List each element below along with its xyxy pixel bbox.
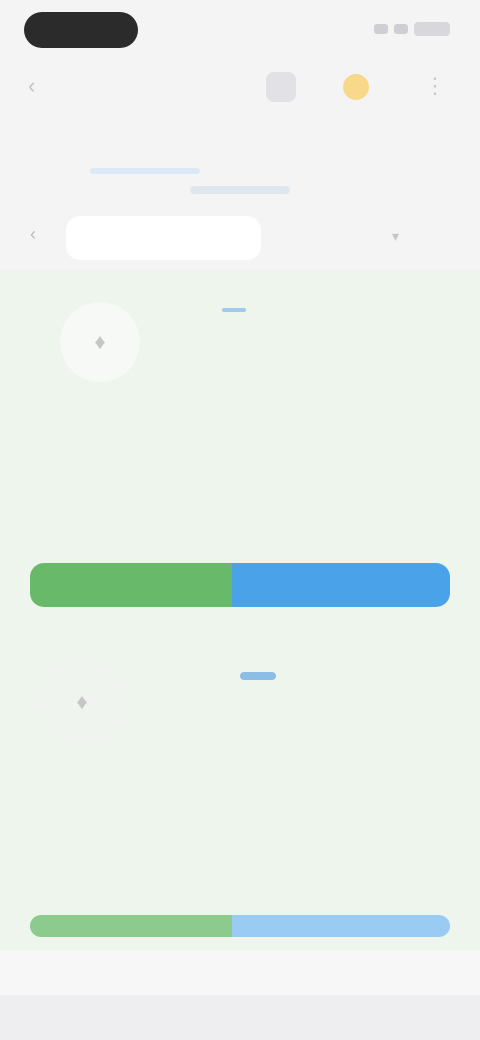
filter-chip[interactable] [66,216,261,260]
tab-subtitle [190,186,290,194]
record-card[interactable]: ♦ [0,630,480,990]
status-badge [222,308,246,312]
ratio-bar-green [30,915,232,937]
ratio-bar [30,563,450,607]
chevron-left-icon[interactable]: ‹ [30,224,36,245]
wifi-icon [394,24,408,34]
ratio-bar-blue [231,915,450,937]
records-list: ♦ ♦ [0,270,480,950]
signal-icon [374,24,388,34]
grid-icon[interactable] [266,72,296,102]
ratio-bar-blue [231,563,450,607]
filter-row: ‹ ▾ [0,210,480,270]
status-badge [240,672,276,680]
info-row [35,453,49,469]
more-icon[interactable]: ⋮ [420,72,450,102]
status-time-pill [24,12,138,48]
chevron-down-icon[interactable]: ▾ [392,228,399,245]
avatar-icon: ♦ [60,302,140,382]
record-card[interactable]: ♦ [0,270,480,630]
info-row [35,780,49,796]
info-row [35,808,49,824]
info-row [35,425,49,441]
top-nav: ‹ ⋮ [0,62,480,112]
back-icon[interactable]: ‹ [28,74,52,98]
ratio-bar-green [30,563,232,607]
tab-bar [0,128,480,198]
active-tab-indicator [90,168,200,174]
sun-icon[interactable] [343,74,369,100]
ratio-bar [30,915,450,937]
status-icons [374,22,450,36]
home-indicator-bar [0,995,480,1040]
avatar-icon: ♦ [38,658,126,746]
status-bar [0,0,480,62]
battery-icon [414,22,450,36]
